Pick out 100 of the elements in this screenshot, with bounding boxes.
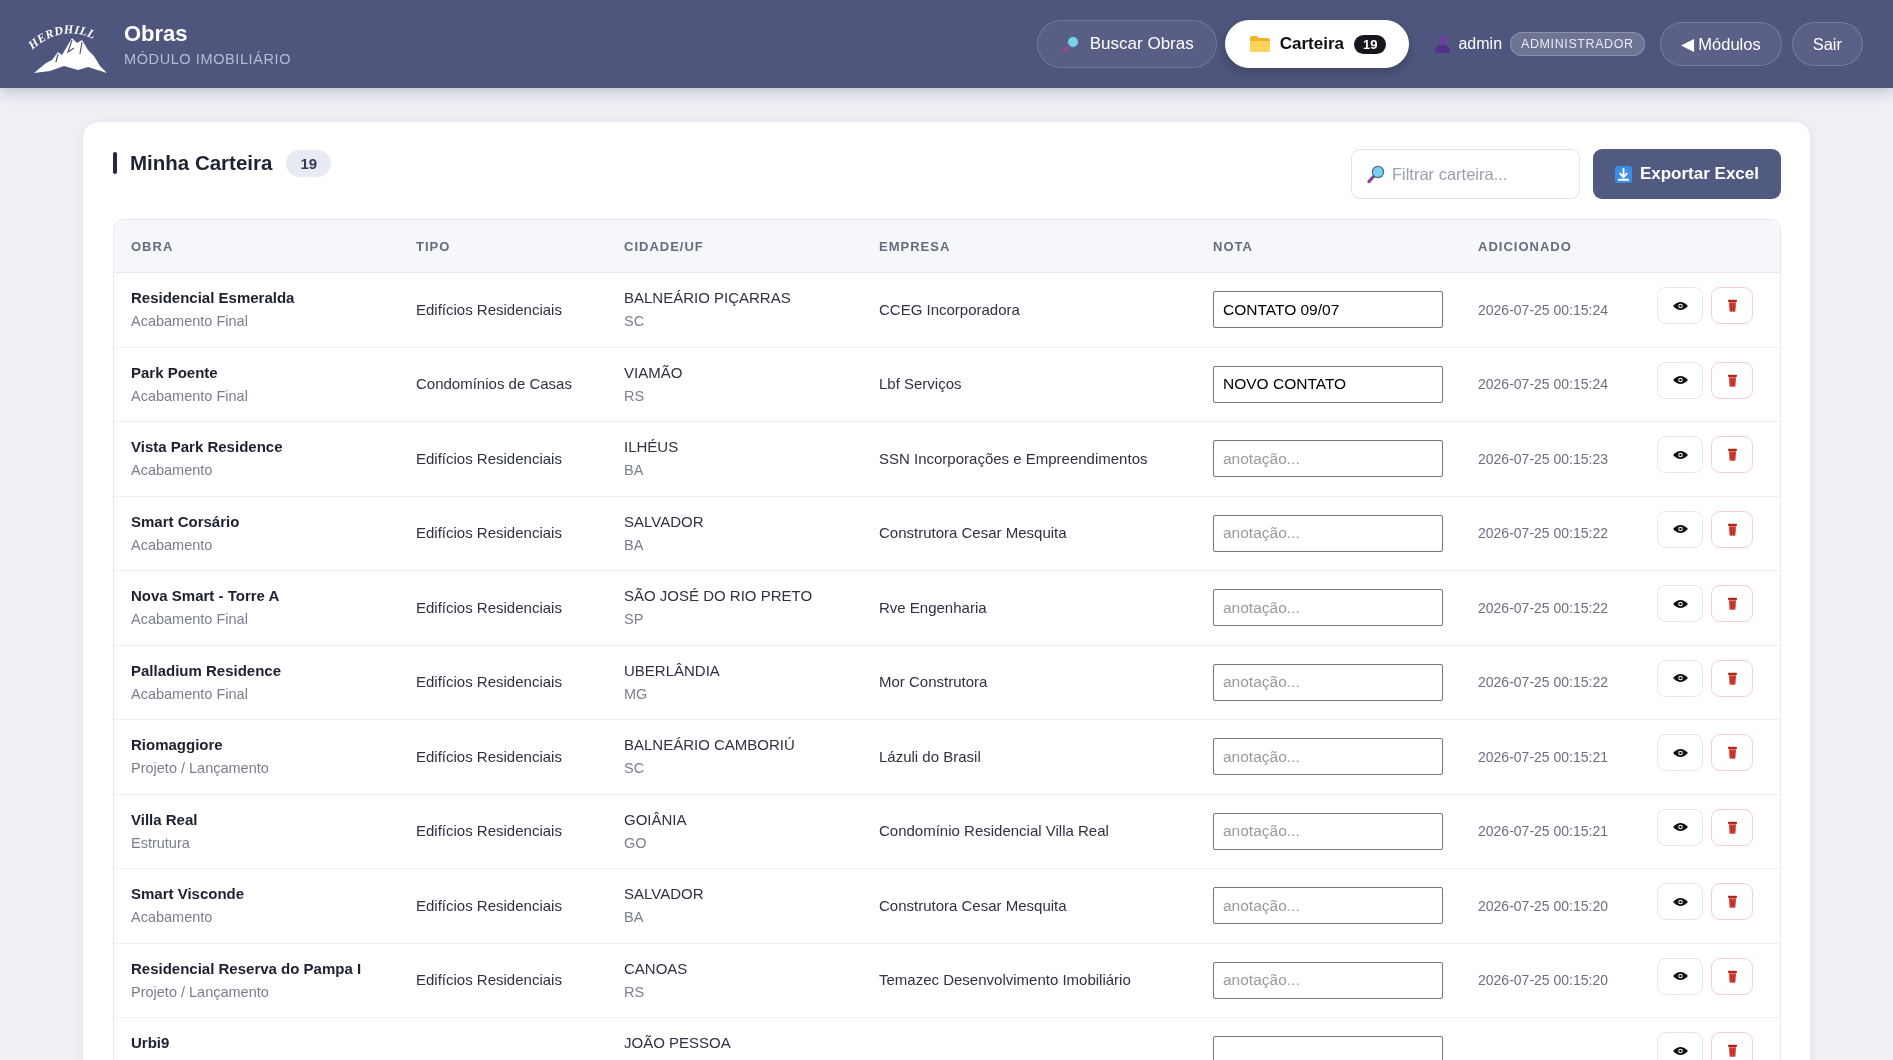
eye-icon	[1672, 524, 1688, 535]
company-name: Mor Construtora	[879, 673, 988, 692]
trash-icon	[1727, 746, 1737, 760]
delete-button[interactable]	[1711, 287, 1753, 325]
delete-button[interactable]	[1711, 957, 1753, 995]
delete-button[interactable]	[1711, 436, 1753, 474]
project-type: Edifícios Residenciais	[416, 747, 562, 766]
section-title: Minha Carteira	[130, 151, 273, 175]
trash-icon	[1727, 299, 1737, 313]
column-header: OBRA	[131, 238, 174, 254]
column-header: EMPRESA	[879, 238, 951, 254]
search-icon	[1061, 35, 1080, 53]
export-button[interactable]: Exportar Excel	[1592, 149, 1781, 199]
view-button[interactable]	[1657, 436, 1703, 474]
state-code: BA	[624, 908, 644, 927]
view-button[interactable]	[1657, 510, 1703, 548]
state-code: GO	[624, 833, 647, 852]
user-icon	[1435, 35, 1451, 53]
delete-button[interactable]	[1711, 361, 1753, 399]
project-stage: Acabamento	[131, 535, 213, 554]
modules-button[interactable]: ◀ Módulos	[1659, 22, 1782, 66]
state-code: BA	[624, 461, 644, 480]
state-code: RS	[624, 982, 645, 1001]
search-icon	[1366, 165, 1385, 183]
note-field[interactable]: anotação...	[1213, 589, 1443, 627]
delete-button[interactable]	[1711, 659, 1753, 697]
added-date: 2026-07-25 00:15:20	[1478, 972, 1608, 989]
project-stage: Acabamento Final	[131, 386, 248, 405]
view-button[interactable]	[1657, 585, 1703, 623]
eye-icon	[1672, 971, 1688, 982]
state-code: SC	[624, 759, 645, 778]
delete-button[interactable]	[1711, 883, 1753, 921]
note-field[interactable]: anotação...	[1213, 514, 1443, 552]
logout-button[interactable]: Sair	[1791, 22, 1863, 66]
count-badge: 19	[286, 149, 332, 177]
project-name: Nova Smart - Torre A	[131, 587, 280, 606]
role-badge: ADMINISTRADOR	[1510, 32, 1645, 56]
note-field[interactable]: anotação...	[1213, 663, 1443, 701]
project-type: Edifícios Residenciais	[416, 524, 562, 543]
city-name: SALVADOR	[624, 512, 704, 531]
trash-icon	[1727, 969, 1737, 983]
company-name: Condomínio Residencial Villa Real	[879, 822, 1109, 841]
project-stage: Acabamento Final	[131, 610, 248, 629]
column-header: TIPO	[416, 238, 451, 254]
project-stage: Projeto / Lançamento	[131, 759, 269, 778]
delete-button[interactable]	[1711, 734, 1753, 772]
project-stage: Acabamento Final	[131, 312, 248, 331]
project-type: Edifícios Residenciais	[416, 673, 562, 692]
eye-icon	[1672, 822, 1688, 833]
folder-icon	[1249, 36, 1270, 52]
view-button[interactable]	[1657, 734, 1703, 772]
note-field[interactable]: NOVO CONTATO	[1213, 365, 1443, 403]
note-field[interactable]: CONTATO 09/07	[1213, 291, 1443, 329]
note-field[interactable]: anotação...	[1213, 812, 1443, 850]
eye-icon	[1672, 896, 1688, 907]
project-type: Edifícios Residenciais	[416, 896, 562, 915]
city-name: CANOAS	[624, 959, 688, 978]
note-field[interactable]: anotação...	[1213, 738, 1443, 776]
column-header: ADICIONADO	[1478, 238, 1572, 254]
eye-icon	[1672, 673, 1688, 684]
view-button[interactable]	[1657, 659, 1703, 697]
trash-icon	[1727, 820, 1737, 834]
note-field[interactable]: anotação...	[1213, 440, 1443, 478]
state-code: MG	[624, 684, 648, 703]
city-name: SÃO JOSÉ DO RIO PRETO	[624, 587, 813, 606]
trash-icon	[1727, 895, 1737, 909]
delete-button[interactable]	[1711, 1032, 1753, 1060]
nav-tab[interactable]: Carteira 19	[1224, 20, 1410, 68]
delete-button[interactable]	[1711, 585, 1753, 623]
added-date: 2026-07-25 00:15:22	[1478, 599, 1608, 616]
view-button[interactable]	[1657, 1032, 1703, 1060]
eye-icon	[1672, 300, 1688, 311]
view-button[interactable]	[1657, 883, 1703, 921]
note-field[interactable]: anotação...	[1213, 961, 1443, 999]
nav-tab[interactable]: Buscar Obras	[1036, 20, 1217, 68]
view-button[interactable]	[1657, 808, 1703, 846]
project-name: Residencial Esmeralda	[131, 289, 295, 308]
added-date: 2026-07-25 00:15:20	[1478, 897, 1608, 914]
city-name: UBERLÂNDIA	[624, 661, 720, 680]
added-date: 2026-07-25 00:15:21	[1478, 823, 1608, 840]
delete-button[interactable]	[1711, 510, 1753, 548]
eye-icon	[1672, 1045, 1688, 1056]
project-type: Edifícios Residenciais	[416, 971, 562, 990]
trash-icon	[1727, 597, 1737, 611]
project-type: Edifícios Residenciais	[416, 598, 562, 617]
project-stage: Acabamento	[131, 908, 213, 927]
view-button[interactable]	[1657, 287, 1703, 325]
eye-icon	[1672, 747, 1688, 758]
state-code: SC	[624, 312, 645, 331]
delete-button[interactable]	[1711, 808, 1753, 846]
filter-field[interactable]: Filtrar carteira...	[1350, 149, 1580, 199]
project-name: Vista Park Residence	[131, 438, 283, 457]
project-name: Park Poente	[131, 363, 218, 382]
note-field[interactable]: anotação...	[1213, 887, 1443, 925]
view-button[interactable]	[1657, 361, 1703, 399]
view-button[interactable]	[1657, 957, 1703, 995]
company-name: Lbf Serviços	[879, 375, 962, 394]
project-type: Edifícios Residenciais	[416, 300, 562, 319]
project-type: Edifícios Residenciais	[416, 449, 562, 468]
added-date: 2026-07-25 00:15:23	[1478, 450, 1608, 467]
